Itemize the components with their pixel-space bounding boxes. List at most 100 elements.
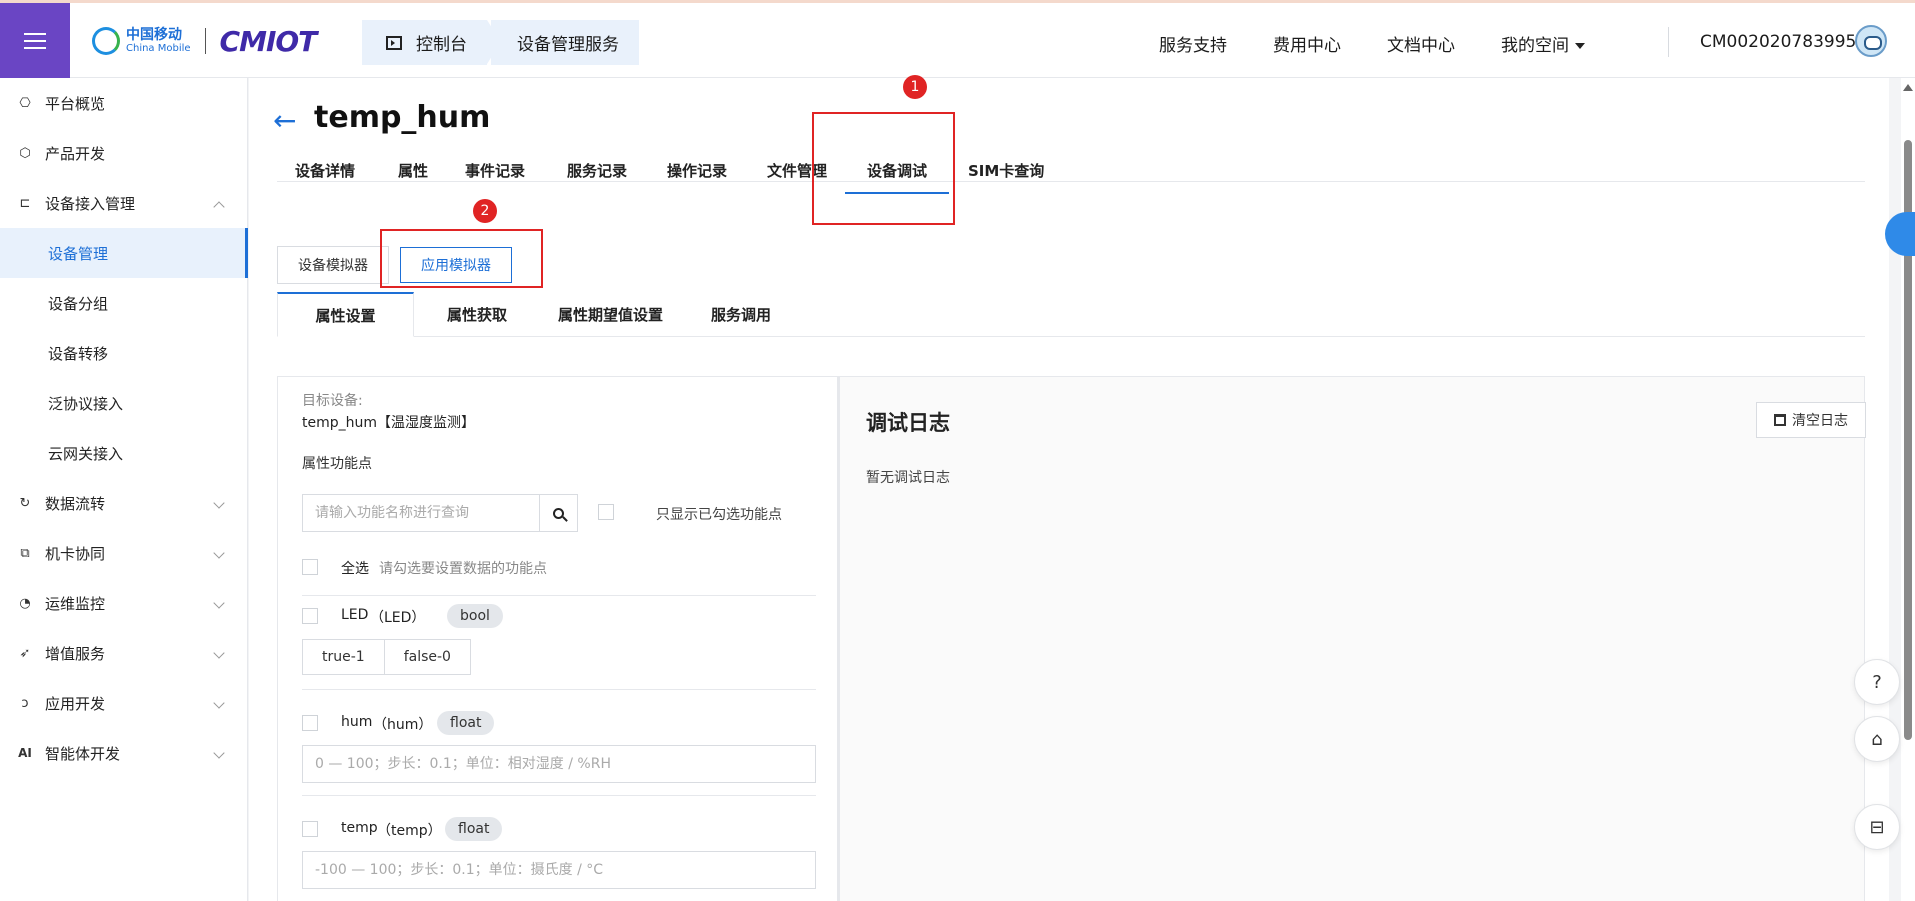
tab-device-detail[interactable]: 设备详情 <box>293 160 357 194</box>
device-tabs: 设备详情 属性 事件记录 服务记录 操作记录 文件管理 设备调试 SIM卡查询 <box>277 136 1865 194</box>
chevron-up-icon <box>213 201 225 213</box>
subtab-property-get[interactable]: 属性获取 <box>447 292 507 337</box>
monitor-icon: ◔ <box>19 595 31 611</box>
sidebar-item-sim-sync[interactable]: ⧉ 机卡协同 <box>0 528 248 578</box>
sidebar-item-device-transfer[interactable]: 设备转移 <box>0 328 248 378</box>
cube-icon: ⬡ <box>19 145 31 161</box>
led-type-badge: bool <box>447 604 503 628</box>
hum-checkbox[interactable] <box>302 715 318 731</box>
sidebar-item-product-dev[interactable]: ⬡ 产品开发 <box>0 128 248 178</box>
send-icon: ➶ <box>19 645 31 661</box>
debug-log-empty: 暂无调试日志 <box>866 470 950 486</box>
chevron-down-icon <box>213 597 225 609</box>
nav-service-support[interactable]: 服务支持 <box>1159 31 1227 56</box>
sidebar-item-overview[interactable]: ⎔ 平台概览 <box>0 78 248 128</box>
search-button[interactable] <box>539 495 577 531</box>
chevron-down-icon <box>213 547 225 559</box>
main-content: ← temp_hum 设备详情 属性 事件记录 服务记录 操作记录 文件管理 设… <box>249 78 1889 901</box>
annotation-box-1 <box>812 112 955 225</box>
sidebar-item-agent-dev[interactable]: AI 智能体开发 <box>0 728 248 778</box>
clear-log-button[interactable]: 清空日志 <box>1756 402 1866 438</box>
sidebar-item-device-management[interactable]: 设备管理 <box>0 228 248 278</box>
breadcrumb-console[interactable]: 控制台 <box>362 20 501 65</box>
device-simulator-button[interactable]: 设备模拟器 <box>277 246 389 284</box>
temp-value-input[interactable] <box>303 852 815 888</box>
temp-value-field <box>302 851 816 889</box>
temp-checkbox[interactable] <box>302 821 318 837</box>
hum-value-input[interactable] <box>303 746 815 782</box>
led-value-toggle: true-1 false-0 <box>302 639 471 675</box>
subtab-service-call[interactable]: 服务调用 <box>711 292 771 337</box>
nav-my-space[interactable]: 我的空间 <box>1501 31 1585 56</box>
hum-property-id: （hum） <box>373 717 433 733</box>
support-icon: ⌂ <box>1871 728 1883 750</box>
china-mobile-logo-icon <box>92 27 120 55</box>
question-icon: ? <box>1872 671 1882 693</box>
back-arrow-icon[interactable]: ← <box>273 104 296 137</box>
data-flow-icon: ↻ <box>19 495 31 511</box>
sidebar-item-value-added[interactable]: ➶ 增值服务 <box>0 628 248 678</box>
only-checked-checkbox[interactable] <box>598 504 614 520</box>
sidebar-item-data-flow[interactable]: ↻ 数据流转 <box>0 478 248 528</box>
led-checkbox[interactable] <box>302 608 318 624</box>
brand-divider <box>204 28 206 54</box>
search-icon <box>553 507 564 519</box>
account-id[interactable]: CM002020783995 <box>1700 32 1856 52</box>
collapse-button[interactable]: ⊟ <box>1854 804 1900 850</box>
app-dev-icon: ↄ <box>21 695 29 711</box>
sidebar-item-app-dev[interactable]: ↄ 应用开发 <box>0 678 248 728</box>
dashboard-icon: ⎔ <box>19 95 31 111</box>
chevron-down-icon <box>213 647 225 659</box>
annotation-badge-1: 1 <box>903 75 927 99</box>
hum-property-name: hum <box>341 714 373 730</box>
target-device-label: 目标设备: <box>302 393 363 409</box>
console-icon <box>386 35 402 50</box>
tab-operation-log[interactable]: 操作记录 <box>665 160 729 194</box>
temp-property-id: （temp） <box>377 823 442 839</box>
nav-docs[interactable]: 文档中心 <box>1387 31 1455 56</box>
annotation-box-2 <box>380 229 543 288</box>
debug-panel: 目标设备: temp_hum【温湿度监测】 属性功能点 只显示已勾选功能点 全选… <box>277 376 1866 901</box>
property-points-label: 属性功能点 <box>302 456 372 472</box>
scroll-up-icon[interactable] <box>1903 84 1913 91</box>
annotation-badge-2: 2 <box>473 199 497 223</box>
property-search-input[interactable] <box>303 495 539 531</box>
led-property-name: LED <box>341 607 369 623</box>
help-button[interactable]: ? <box>1854 659 1900 705</box>
only-checked-label: 只显示已勾选功能点 <box>656 507 782 523</box>
chevron-down-icon <box>213 697 225 709</box>
brand-en: China Mobile <box>126 43 191 54</box>
tab-sim-query[interactable]: SIM卡查询 <box>966 160 1046 194</box>
tab-event-log[interactable]: 事件记录 <box>463 160 527 194</box>
tab-properties[interactable]: 属性 <box>396 160 430 194</box>
select-hint: 请勾选要设置数据的功能点 <box>379 561 547 577</box>
feedback-button[interactable]: ⌂ <box>1854 716 1900 762</box>
subtab-property-set[interactable]: 属性设置 <box>277 292 414 337</box>
cmiot-logo: CMIOT <box>219 24 318 58</box>
led-false-option[interactable]: false-0 <box>384 639 471 675</box>
led-true-option[interactable]: true-1 <box>302 639 385 675</box>
sidebar-item-device-access[interactable]: ⊏ 设备接入管理 <box>0 178 248 228</box>
sidebar-item-generic-protocol[interactable]: 泛协议接入 <box>0 378 248 428</box>
breadcrumb-device-service[interactable]: 设备管理服务 <box>491 20 639 65</box>
sidebar-item-device-group[interactable]: 设备分组 <box>0 278 248 328</box>
chevron-down-icon <box>213 747 225 759</box>
menu-toggle-button[interactable] <box>0 3 70 78</box>
divider <box>302 595 816 596</box>
property-search <box>302 494 578 532</box>
caret-down-icon <box>1575 43 1585 49</box>
select-all-checkbox[interactable] <box>302 559 318 575</box>
nav-billing[interactable]: 费用中心 <box>1273 31 1341 56</box>
page-title: temp_hum <box>314 100 491 135</box>
assistant-robot-icon[interactable] <box>1885 212 1915 256</box>
sidebar-item-cloud-gateway[interactable]: 云网关接入 <box>0 428 248 478</box>
brand-logo[interactable]: 中国移动 China Mobile CMIOT <box>92 21 318 61</box>
hum-value-field <box>302 745 816 783</box>
select-all-label: 全选 <box>341 561 369 577</box>
sidebar-item-monitor[interactable]: ◔ 运维监控 <box>0 578 248 628</box>
avatar[interactable] <box>1855 25 1887 57</box>
tab-service-log[interactable]: 服务记录 <box>565 160 629 194</box>
divider <box>302 689 816 690</box>
subtab-desired-value[interactable]: 属性期望值设置 <box>558 292 663 337</box>
led-property-id: （LED） <box>370 610 426 626</box>
